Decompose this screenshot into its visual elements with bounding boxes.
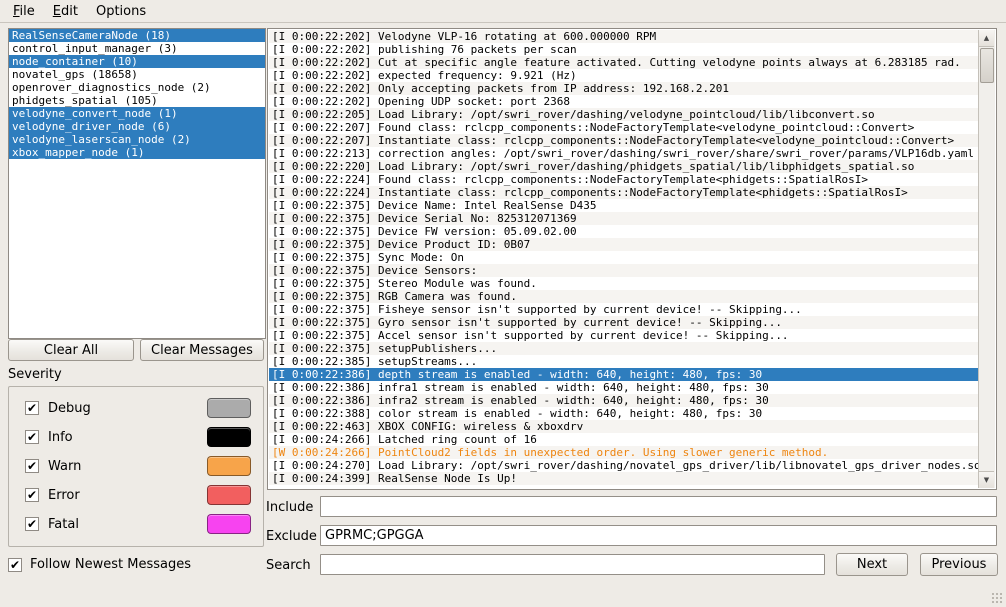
follow-newest-checkbox[interactable]: ✔ — [8, 558, 22, 572]
log-row[interactable]: [I 0:00:24:399] RealSense Node Is Up! — [269, 472, 979, 485]
node-list-item[interactable]: velodyne_laserscan_node (2) — [9, 133, 265, 146]
severity-row-fatal: ✔ Fatal — [25, 513, 253, 535]
log-row[interactable]: [I 0:00:22:202] Cut at specific angle fe… — [269, 56, 979, 69]
log-row[interactable]: [I 0:00:22:205] Load Library: /opt/swri_… — [269, 108, 979, 121]
menu-bar: FileEditOptions — [0, 0, 1006, 23]
clear-all-button[interactable]: Clear All — [8, 339, 134, 361]
log-row[interactable]: [I 0:00:22:202] publishing 76 packets pe… — [269, 43, 979, 56]
menu-file[interactable]: File — [4, 2, 44, 21]
log-row[interactable]: [I 0:00:22:375] Device Name: Intel RealS… — [269, 199, 979, 212]
node-list[interactable]: RealSenseCameraNode (18)control_input_ma… — [8, 28, 266, 339]
log-row[interactable]: [I 0:00:22:375] RGB Camera was found. — [269, 290, 979, 303]
log-row[interactable]: [I 0:00:22:224] Found class: rclcpp_comp… — [269, 173, 979, 186]
log-row[interactable]: [I 0:00:22:386] infra1 stream is enabled… — [269, 381, 979, 394]
vertical-scrollbar[interactable]: ▲ ▼ — [978, 30, 995, 488]
severity-checkbox-info[interactable]: ✔ — [25, 430, 39, 444]
search-label: Search — [266, 558, 311, 573]
node-list-item[interactable]: velodyne_driver_node (6) — [9, 120, 265, 133]
log-rows[interactable]: [I 0:00:22:202] Velodyne VLP-16 rotating… — [269, 30, 979, 488]
clear-messages-button[interactable]: Clear Messages — [140, 339, 264, 361]
exclude-input[interactable] — [320, 525, 997, 546]
log-row[interactable]: [I 0:00:22:375] setupPublishers... — [269, 342, 979, 355]
log-row[interactable]: [I 0:00:22:202] Opening UDP socket: port… — [269, 95, 979, 108]
severity-group: ✔ Debug ✔ Info ✔ Warn ✔ Error ✔ Fatal — [8, 386, 264, 547]
severity-label-info: Info — [48, 430, 73, 445]
include-label: Include — [266, 500, 313, 515]
log-row[interactable]: [I 0:00:22:386] infra2 stream is enabled… — [269, 394, 979, 407]
severity-label-error: Error — [48, 488, 80, 503]
log-row[interactable]: [I 0:00:22:388] color stream is enabled … — [269, 407, 979, 420]
log-row[interactable]: [I 0:00:22:375] Accel sensor isn't suppo… — [269, 329, 979, 342]
severity-checkbox-debug[interactable]: ✔ — [25, 401, 39, 415]
severity-checkbox-fatal[interactable]: ✔ — [25, 517, 39, 531]
log-row[interactable]: [I 0:00:24:266] Latched ring count of 16 — [269, 433, 979, 446]
log-row[interactable]: [I 0:00:22:385] setupStreams... — [269, 355, 979, 368]
severity-label-warn: Warn — [48, 459, 81, 474]
severity-color-swatch-fatal[interactable] — [207, 514, 251, 534]
severity-checkbox-warn[interactable]: ✔ — [25, 459, 39, 473]
severity-label-fatal: Fatal — [48, 517, 79, 532]
follow-newest-label: Follow Newest Messages — [30, 557, 191, 572]
log-row[interactable]: [I 0:00:22:207] Found class: rclcpp_comp… — [269, 121, 979, 134]
log-row[interactable]: [I 0:00:22:375] Device Serial No: 825312… — [269, 212, 979, 225]
node-list-item[interactable]: xbox_mapper_node (1) — [9, 146, 265, 159]
node-list-item[interactable]: phidgets_spatial (105) — [9, 94, 265, 107]
scroll-down-icon[interactable]: ▼ — [979, 471, 994, 488]
log-row[interactable]: [I 0:00:22:220] Load Library: /opt/swri_… — [269, 160, 979, 173]
node-list-item[interactable]: novatel_gps (18658) — [9, 68, 265, 81]
log-row[interactable]: [I 0:00:22:375] Device Product ID: 0B07 — [269, 238, 979, 251]
log-view[interactable]: [I 0:00:22:202] Velodyne VLP-16 rotating… — [267, 28, 997, 490]
node-list-item[interactable]: RealSenseCameraNode (18) — [9, 29, 265, 42]
scroll-thumb[interactable] — [980, 48, 994, 83]
log-row[interactable]: [I 0:00:22:207] Instantiate class: rclcp… — [269, 134, 979, 147]
severity-color-swatch-warn[interactable] — [207, 456, 251, 476]
menu-options[interactable]: Options — [87, 2, 155, 21]
search-input[interactable] — [320, 554, 825, 575]
log-row[interactable]: [I 0:00:22:202] expected frequency: 9.92… — [269, 69, 979, 82]
log-row[interactable]: [W 0:00:24:266] PointCloud2 fields in un… — [269, 446, 979, 459]
exclude-label: Exclude — [266, 529, 317, 544]
include-input[interactable] — [320, 496, 997, 517]
log-row[interactable]: [I 0:00:22:375] Device FW version: 05.09… — [269, 225, 979, 238]
scroll-up-icon[interactable]: ▲ — [979, 30, 994, 47]
log-row[interactable]: [I 0:00:24:270] Load Library: /opt/swri_… — [269, 459, 979, 472]
next-button[interactable]: Next — [836, 553, 908, 576]
severity-row-warn: ✔ Warn — [25, 455, 253, 477]
log-row[interactable]: [I 0:00:22:386] depth stream is enabled … — [269, 368, 979, 381]
log-row[interactable]: [I 0:00:22:202] Velodyne VLP-16 rotating… — [269, 30, 979, 43]
previous-button[interactable]: Previous — [920, 553, 998, 576]
node-list-item[interactable]: node_container (10) — [9, 55, 265, 68]
log-row[interactable]: [I 0:00:22:202] Only accepting packets f… — [269, 82, 979, 95]
node-list-item[interactable]: velodyne_convert_node (1) — [9, 107, 265, 120]
node-list-item[interactable]: openrover_diagnostics_node (2) — [9, 81, 265, 94]
severity-color-swatch-error[interactable] — [207, 485, 251, 505]
menu-edit[interactable]: Edit — [44, 2, 87, 21]
log-row[interactable]: [I 0:00:22:213] correction angles: /opt/… — [269, 147, 979, 160]
log-row[interactable]: [I 0:00:22:375] Gyro sensor isn't suppor… — [269, 316, 979, 329]
severity-color-swatch-info[interactable] — [207, 427, 251, 447]
severity-label-debug: Debug — [48, 401, 91, 416]
severity-checkbox-error[interactable]: ✔ — [25, 488, 39, 502]
severity-row-debug: ✔ Debug — [25, 397, 253, 419]
log-row[interactable]: [I 0:00:22:375] Sync Mode: On — [269, 251, 979, 264]
severity-row-error: ✔ Error — [25, 484, 253, 506]
log-row[interactable]: [I 0:00:22:375] Fisheye sensor isn't sup… — [269, 303, 979, 316]
severity-color-swatch-debug[interactable] — [207, 398, 251, 418]
log-row[interactable]: [I 0:00:22:375] Stereo Module was found. — [269, 277, 979, 290]
log-row[interactable]: [I 0:00:22:375] Device Sensors: — [269, 264, 979, 277]
log-row[interactable]: [I 0:00:22:463] XBOX CONFIG: wireless & … — [269, 420, 979, 433]
log-row[interactable]: [I 0:00:22:224] Instantiate class: rclcp… — [269, 186, 979, 199]
node-list-item[interactable]: control_input_manager (3) — [9, 42, 265, 55]
follow-newest-row[interactable]: ✔ Follow Newest Messages — [8, 557, 191, 572]
severity-title: Severity — [8, 367, 62, 382]
resize-grip[interactable] — [991, 592, 1003, 604]
severity-row-info: ✔ Info — [25, 426, 253, 448]
